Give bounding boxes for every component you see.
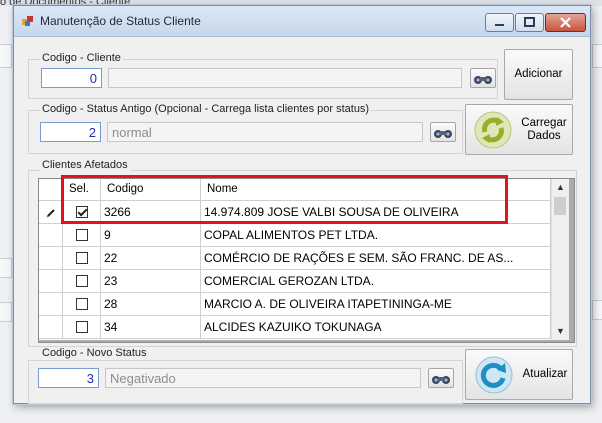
row-checkbox[interactable] xyxy=(76,229,88,241)
cell-codigo[interactable]: 28 xyxy=(101,293,201,316)
cell-codigo[interactable]: 34 xyxy=(101,316,201,339)
cell-nome[interactable]: ALCIDES KAZUIKO TOKUNAGA xyxy=(201,316,551,339)
selection-highlight-box xyxy=(61,175,508,224)
maximize-icon xyxy=(524,17,535,27)
cliente-code-input[interactable]: 0 xyxy=(41,68,102,88)
background-fragment xyxy=(592,300,602,320)
table-row-select-cell[interactable] xyxy=(63,316,101,339)
cell-codigo[interactable]: 22 xyxy=(101,247,201,270)
green-refresh-icon xyxy=(474,111,512,149)
background-fragment xyxy=(592,44,602,68)
row-header[interactable] xyxy=(39,224,63,247)
cell-codigo[interactable]: 23 xyxy=(101,270,201,293)
atualizar-button[interactable]: Atualizar xyxy=(465,349,573,400)
cell-nome[interactable]: COMERCIAL GEROZAN LTDA. xyxy=(201,270,551,293)
binoculars-icon xyxy=(434,130,452,138)
clientes-group-label: Clientes Afetados xyxy=(40,159,130,171)
row-header[interactable] xyxy=(39,293,63,316)
binoculars-icon xyxy=(432,376,450,384)
minimize-icon xyxy=(495,24,504,26)
app-window-icon xyxy=(22,16,33,26)
scroll-up-arrow-icon[interactable]: ▲ xyxy=(552,179,569,196)
cell-nome[interactable]: COMÉRCIO DE RAÇÕES E SEM. SÃO FRANC. DE … xyxy=(201,247,551,270)
row-checkbox[interactable] xyxy=(76,252,88,264)
minimize-button[interactable] xyxy=(485,13,514,32)
row-checkbox[interactable] xyxy=(76,321,88,333)
binoculars-icon xyxy=(474,76,492,84)
row-checkbox[interactable] xyxy=(76,298,88,310)
grid-vertical-scrollbar[interactable]: ▲ ▼ xyxy=(551,179,569,340)
row-header[interactable] xyxy=(39,316,63,339)
status-antigo-name-field: normal xyxy=(107,122,423,142)
carregar-dados-button[interactable]: Carregar Dados xyxy=(465,104,573,155)
cliente-name-field xyxy=(108,68,462,88)
cliente-search-button[interactable] xyxy=(470,68,496,88)
novo-status-group-label: Codigo - Novo Status xyxy=(40,347,149,359)
row-header[interactable] xyxy=(39,247,63,270)
atualizar-label: Atualizar xyxy=(522,368,568,380)
status-antigo-group-label: Codigo - Status Antigo (Opcional - Carre… xyxy=(40,103,372,115)
pencil-icon xyxy=(46,209,55,218)
novo-status-name-field: Negativado xyxy=(105,368,421,388)
blue-refresh-icon xyxy=(475,356,513,394)
table-row-select-cell[interactable] xyxy=(63,247,101,270)
table-row-select-cell[interactable] xyxy=(63,270,101,293)
novo-status-code-input[interactable]: 3 xyxy=(38,368,99,388)
adicionar-label: Adicionar xyxy=(514,68,563,80)
adicionar-button[interactable]: Adicionar xyxy=(504,49,573,100)
table-row-select-cell[interactable] xyxy=(63,224,101,247)
window-title: Manutenção de Status Cliente xyxy=(40,14,201,28)
background-fragment xyxy=(0,302,12,322)
cell-nome[interactable]: COPAL ALIMENTOS PET LTDA. xyxy=(201,224,551,247)
background-fragment xyxy=(0,44,12,68)
status-antigo-code-input[interactable]: 2 xyxy=(40,122,101,142)
scroll-thumb[interactable] xyxy=(554,197,566,215)
close-button[interactable] xyxy=(545,13,586,32)
status-antigo-search-button[interactable] xyxy=(430,122,456,142)
title-bar[interactable]: Manutenção de Status Cliente xyxy=(14,6,590,37)
close-icon xyxy=(560,17,571,28)
row-header[interactable] xyxy=(39,270,63,293)
row-checkbox[interactable] xyxy=(76,275,88,287)
grid-corner-header xyxy=(39,179,63,201)
scroll-down-arrow-icon[interactable]: ▼ xyxy=(552,323,569,340)
carregar-dados-label: Carregar Dados xyxy=(521,117,567,142)
cell-nome[interactable]: MARCIO A. DE OLIVEIRA ITAPETININGA-ME xyxy=(201,293,551,316)
table-row-select-cell[interactable] xyxy=(63,293,101,316)
cell-codigo[interactable]: 9 xyxy=(101,224,201,247)
row-header[interactable] xyxy=(39,201,63,224)
maximize-button[interactable] xyxy=(515,13,544,32)
background-fragment xyxy=(0,258,12,278)
cliente-group-label: Codigo - Cliente xyxy=(40,52,123,64)
novo-status-search-button[interactable] xyxy=(428,368,454,388)
